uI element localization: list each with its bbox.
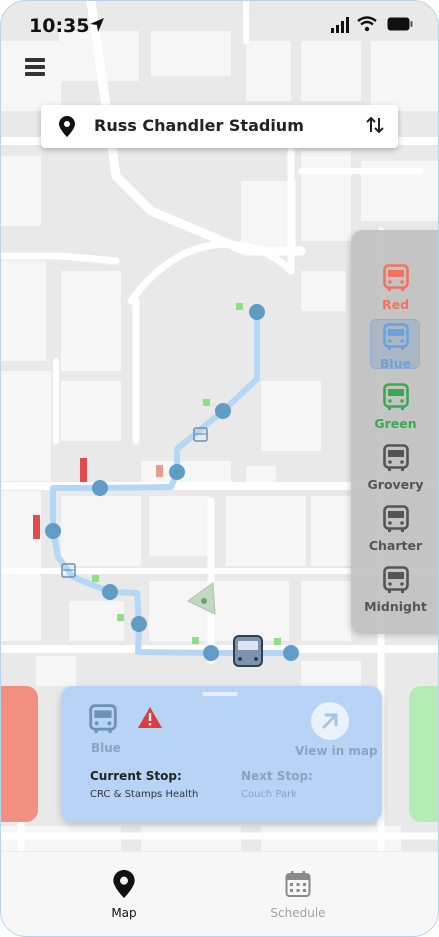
menu-bar xyxy=(25,65,45,69)
route-label: Red xyxy=(381,297,410,312)
cellular-signal-icon xyxy=(331,17,349,33)
route-option-grovery[interactable]: Grovery xyxy=(351,444,438,492)
bus-green-icon xyxy=(382,383,409,410)
route-card-red[interactable] xyxy=(1,686,38,822)
bus-icon xyxy=(89,704,117,733)
next-stop-heading: Next Stop: xyxy=(241,769,313,783)
route-option-charter[interactable]: Charter xyxy=(351,505,438,553)
map-pin-icon xyxy=(113,870,135,898)
bottom-tab-bar: Map Schedule xyxy=(1,851,438,936)
route-label: Midnight xyxy=(364,599,427,614)
drag-handle[interactable] xyxy=(202,692,238,696)
active-bus-icon xyxy=(233,635,263,667)
alert-warning-icon[interactable] xyxy=(137,706,163,729)
stop-marker xyxy=(203,645,219,661)
current-stop-heading: Current Stop: xyxy=(90,769,182,783)
next-stop-value: Couch Park xyxy=(241,789,298,800)
route-label: Green xyxy=(374,416,417,431)
route-info-card[interactable]: Blue View in map Current Stop: CRC & Sta… xyxy=(61,686,382,822)
route-label: Charter xyxy=(368,538,423,553)
bus-midnight-icon xyxy=(382,566,409,593)
stop-marker xyxy=(215,403,231,419)
route-option-red[interactable]: Red xyxy=(351,264,438,312)
tab-map[interactable]: Map xyxy=(79,870,169,920)
tab-label: Schedule xyxy=(270,906,326,920)
bus-grovery-icon xyxy=(382,444,409,471)
status-time: 10:35 xyxy=(29,15,90,37)
location-arrow-icon xyxy=(90,18,104,32)
battery-icon xyxy=(387,17,413,31)
stop-marker xyxy=(169,464,185,480)
route-option-green[interactable]: Green xyxy=(351,383,438,431)
bus-charter-icon xyxy=(382,505,409,532)
route-card-green[interactable] xyxy=(409,686,438,822)
stop-marker xyxy=(131,616,147,632)
menu-bar xyxy=(25,72,45,76)
stop-marker xyxy=(45,523,61,539)
tab-label: Map xyxy=(111,906,137,920)
menu-bar xyxy=(25,58,45,62)
status-bar: 10:35 xyxy=(1,1,438,53)
calendar-icon xyxy=(285,871,311,897)
route-option-blue[interactable]: Blue xyxy=(351,319,438,371)
tab-schedule[interactable]: Schedule xyxy=(253,870,343,920)
route-selector-panel: Red Blue Green Grovery Charter Midnight xyxy=(351,230,438,634)
menu-button[interactable] xyxy=(25,58,45,80)
search-bar[interactable]: Russ Chandler Stadium xyxy=(41,105,398,148)
bus-blue-icon xyxy=(382,323,409,350)
stop-marker xyxy=(283,645,299,661)
stop-marker xyxy=(92,480,108,496)
current-stop-value: CRC & Stamps Health xyxy=(90,789,199,800)
route-option-midnight[interactable]: Midnight xyxy=(351,566,438,614)
card-route-name: Blue xyxy=(91,741,121,755)
wifi-icon xyxy=(357,16,377,32)
view-in-map-button[interactable] xyxy=(311,702,349,740)
phone-screen: 10:35 Russ Chandler Stadium Red Blue Gre… xyxy=(0,0,439,937)
arrow-up-right-icon xyxy=(322,713,338,729)
stop-marker xyxy=(249,304,265,320)
route-label: Grovery xyxy=(367,477,424,492)
view-in-map-label[interactable]: View in map xyxy=(295,744,378,758)
search-value[interactable]: Russ Chandler Stadium xyxy=(94,116,304,135)
filter-sort-icon[interactable] xyxy=(366,117,384,133)
location-pin-icon xyxy=(59,116,75,137)
stop-marker xyxy=(102,584,118,600)
bus-red-icon xyxy=(382,264,409,291)
